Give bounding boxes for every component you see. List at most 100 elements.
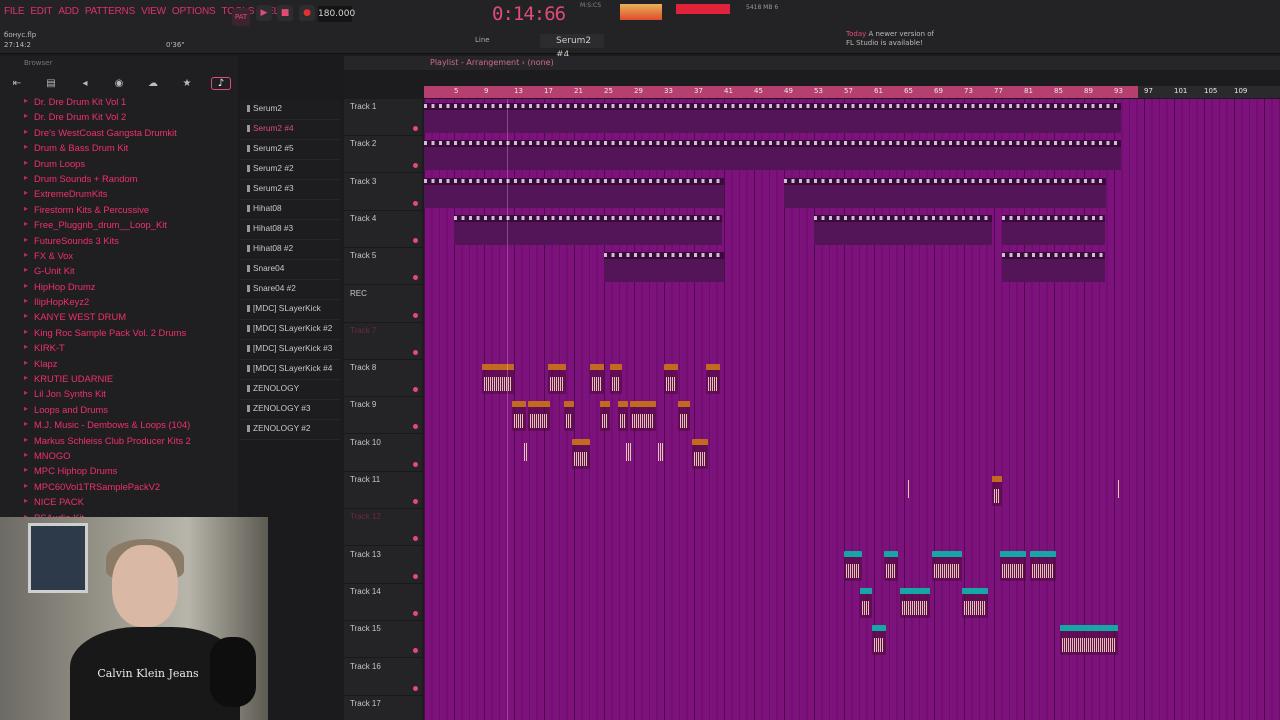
browser-folder[interactable]: Klapz bbox=[0, 358, 238, 373]
browser-folder[interactable]: Firestorm Kits & Percussive bbox=[0, 204, 238, 219]
track-enable-led[interactable] bbox=[413, 610, 418, 616]
record-button[interactable]: ● bbox=[299, 5, 315, 21]
browser-folder[interactable]: Markus Schleiss Club Producer Kits 2 bbox=[0, 435, 238, 450]
track-header[interactable]: Track 1 bbox=[344, 99, 422, 136]
picker-item[interactable]: Hihat08 #2 bbox=[240, 240, 340, 260]
audio-clip[interactable] bbox=[860, 587, 872, 618]
audio-clip[interactable] bbox=[932, 550, 962, 581]
picker-item[interactable]: [MDC] SLayerKick #3 bbox=[240, 340, 340, 360]
pattern-clip[interactable] bbox=[424, 177, 724, 208]
track-enable-led[interactable] bbox=[413, 312, 418, 318]
picker-item[interactable]: ZENOLOGY #3 bbox=[240, 400, 340, 420]
audio-clip[interactable] bbox=[834, 663, 838, 693]
track-enable-led[interactable] bbox=[413, 349, 418, 355]
picker-item[interactable]: Snare04 #2 bbox=[240, 280, 340, 300]
audio-clip[interactable] bbox=[630, 401, 656, 432]
track-enable-led[interactable] bbox=[413, 536, 418, 542]
audio-clip[interactable] bbox=[600, 401, 610, 432]
picker-item[interactable]: Hihat08 #3 bbox=[240, 220, 340, 240]
audio-clip[interactable] bbox=[844, 550, 862, 581]
picker-item[interactable]: Hihat08 bbox=[240, 200, 340, 220]
track-enable-led[interactable] bbox=[413, 237, 418, 243]
browser-folder[interactable]: King Roc Sample Pack Vol. 2 Drums bbox=[0, 327, 238, 342]
snap-select[interactable]: Line bbox=[475, 36, 490, 44]
track-enable-led[interactable] bbox=[413, 163, 418, 169]
track-header[interactable]: Track 4 bbox=[344, 211, 422, 248]
audio-clip[interactable] bbox=[518, 476, 522, 506]
picker-item[interactable]: Serum2 #5 bbox=[240, 140, 340, 160]
audio-clip[interactable] bbox=[900, 587, 930, 618]
browser-folder[interactable]: KANYE WEST DRUM bbox=[0, 311, 238, 326]
audio-clip[interactable] bbox=[548, 364, 566, 395]
back-icon[interactable]: ◂ bbox=[75, 78, 95, 89]
track-header[interactable]: Track 13 bbox=[344, 547, 422, 584]
track-enable-led[interactable] bbox=[413, 200, 418, 206]
audio-clip[interactable] bbox=[702, 476, 706, 506]
playlist-grid[interactable] bbox=[424, 99, 1280, 720]
collapse-icon[interactable]: ⇤ bbox=[7, 78, 27, 89]
picker-item[interactable]: Snare04 bbox=[240, 260, 340, 280]
browser-folder[interactable]: ExtremeDrumKits bbox=[0, 188, 238, 203]
audio-clip[interactable] bbox=[528, 401, 550, 432]
track-header[interactable]: Track 14 bbox=[344, 584, 422, 621]
track-header[interactable]: Track 2 bbox=[344, 136, 422, 174]
pattern-clip[interactable] bbox=[784, 177, 1106, 208]
pattern-clip[interactable] bbox=[604, 252, 724, 283]
track-enable-led[interactable] bbox=[413, 424, 418, 430]
pattern-song-toggle[interactable]: PAT bbox=[232, 8, 250, 26]
track-enable-led[interactable] bbox=[413, 499, 418, 504]
audio-clip[interactable] bbox=[1000, 550, 1026, 581]
audio-clip[interactable] bbox=[782, 663, 786, 693]
file-icon[interactable]: ▤ bbox=[41, 78, 61, 89]
track-enable-led[interactable] bbox=[413, 387, 418, 393]
pattern-clip[interactable] bbox=[872, 214, 992, 245]
audio-clip[interactable] bbox=[622, 476, 626, 506]
audio-clip[interactable] bbox=[564, 401, 574, 432]
track-enable-led[interactable] bbox=[413, 648, 418, 654]
picker-item[interactable]: [MDC] SLayerKick bbox=[240, 300, 340, 320]
track-enable-led[interactable] bbox=[413, 461, 418, 467]
browser-folder[interactable]: FutureSounds 3 Kits bbox=[0, 235, 238, 250]
track-header[interactable]: Track 15 bbox=[344, 621, 422, 659]
picker-item[interactable]: [MDC] SLayerKick #4 bbox=[240, 360, 340, 380]
audio-clip[interactable] bbox=[706, 364, 720, 395]
track-header[interactable]: Track 5 bbox=[344, 248, 422, 286]
tempo-display[interactable]: 180.000 bbox=[318, 6, 355, 22]
audio-clip[interactable] bbox=[522, 439, 530, 469]
track-enable-led[interactable] bbox=[413, 573, 418, 579]
music-note-icon[interactable]: ♪ bbox=[211, 76, 231, 90]
picker-item[interactable]: Serum2 #2 bbox=[240, 160, 340, 180]
browser-folder[interactable]: G-Unit Kit bbox=[0, 265, 238, 280]
picker-item[interactable]: [MDC] SLayerKick #2 bbox=[240, 320, 340, 340]
track-enable-led[interactable] bbox=[413, 275, 418, 281]
picker-item[interactable]: ZENOLOGY bbox=[240, 380, 340, 400]
audio-clip[interactable] bbox=[482, 364, 514, 395]
master-volume-slider[interactable] bbox=[676, 4, 730, 14]
browser-folder[interactable]: NICE PACK bbox=[0, 496, 238, 511]
news-panel[interactable]: Today A newer version of FL Studio is av… bbox=[846, 30, 936, 48]
browser-folder[interactable]: MPC60Vol1TRSamplePackV2 bbox=[0, 481, 238, 496]
cloud-icon[interactable]: ☁ bbox=[143, 78, 163, 89]
star-icon[interactable]: ★ bbox=[177, 78, 197, 89]
browser-folder[interactable]: IlipHopKeyz2 bbox=[0, 296, 238, 311]
browser-folder[interactable]: Dr. Dre Drum Kit Vol 2 bbox=[0, 111, 238, 126]
picker-item[interactable]: Serum2 #3 bbox=[240, 180, 340, 200]
picker-item[interactable]: Serum2 #4 bbox=[240, 120, 340, 140]
track-header[interactable]: Track 7 bbox=[344, 323, 422, 360]
pattern-clip[interactable] bbox=[424, 140, 1121, 171]
picker-item[interactable]: ZENOLOGY #2 bbox=[240, 420, 340, 440]
track-header[interactable]: Track 12 bbox=[344, 509, 422, 547]
menu-patterns[interactable]: PATTERNS bbox=[85, 6, 135, 17]
audio-clip[interactable] bbox=[962, 587, 988, 618]
track-header[interactable]: Track 17 bbox=[344, 696, 422, 720]
audio-clip[interactable] bbox=[1060, 625, 1118, 656]
track-enable-led[interactable] bbox=[413, 126, 418, 131]
browser-folder[interactable]: Dr. Dre Drum Kit Vol 1 bbox=[0, 96, 238, 111]
audio-clip[interactable] bbox=[494, 476, 498, 506]
pattern-clip[interactable] bbox=[454, 214, 722, 245]
audio-clip[interactable] bbox=[1086, 476, 1090, 506]
audio-clip[interactable] bbox=[872, 625, 886, 656]
browser-folder[interactable]: Drum & Bass Drum Kit bbox=[0, 142, 238, 157]
browser-folder[interactable]: Loops and Drums bbox=[0, 404, 238, 419]
audio-clip[interactable] bbox=[1026, 476, 1030, 506]
